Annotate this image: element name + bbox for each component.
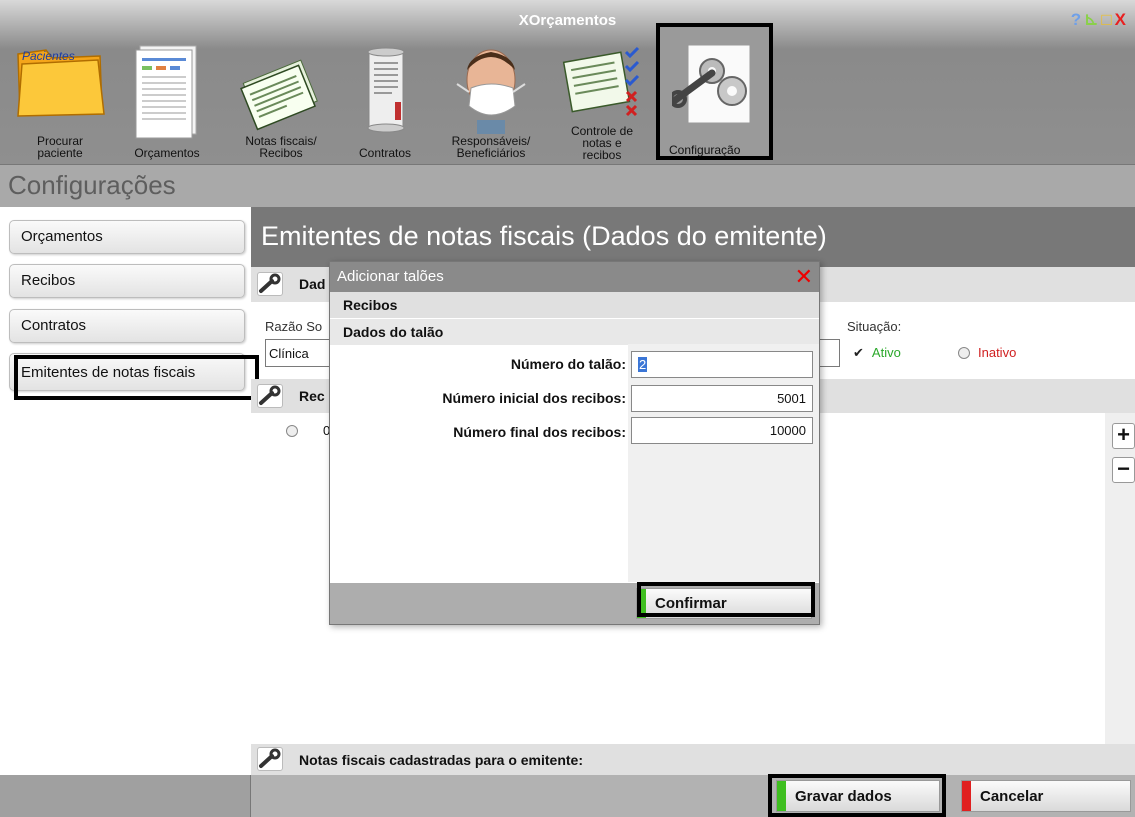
group-dados-label: Dad <box>299 276 326 292</box>
toolbar-item-configuracao[interactable]: Configuração <box>656 23 773 160</box>
toolbar-item-orcamentos[interactable]: Orçamentos <box>118 30 216 165</box>
window-controls: ?⊾□X <box>1071 10 1129 30</box>
dialog-right-panel <box>628 344 819 582</box>
numero-inicial-label: Número inicial dos recibos: <box>442 390 626 406</box>
wrench-icon <box>257 272 283 296</box>
toolbar-label-configuracao: Configuração <box>669 143 741 157</box>
razao-social-input[interactable]: Clínica <box>265 339 335 367</box>
wrench-icon <box>257 384 283 408</box>
close-icon[interactable]: X <box>1115 10 1129 29</box>
toolbar-item-responsaveis[interactable]: Responsáveis/ Beneficiários <box>436 30 546 165</box>
radio-ativo[interactable]: ✔ Ativo <box>853 345 901 361</box>
window-title: XOrçamentos <box>518 12 617 29</box>
folder-icon: Pacientes <box>17 48 105 117</box>
person-mask-icon <box>456 49 526 134</box>
toolbar-item-contratos[interactable]: Contratos <box>345 30 425 165</box>
folder-text: Pacientes <box>22 49 75 63</box>
receipts-icon <box>240 59 318 131</box>
section-title: Configurações <box>8 170 176 200</box>
toolbar-label-controle: Controle de notas e recibos <box>570 124 634 162</box>
checklist-icon <box>562 46 640 117</box>
dialog-section-dados-talao: Dados do talão <box>330 319 819 345</box>
sidebar-item-recibos[interactable]: Recibos <box>9 264 245 298</box>
ativo-label: Ativo <box>871 345 901 360</box>
numero-talao-input[interactable]: 2 <box>631 351 813 378</box>
page-title: Emitentes de notas fiscais (Dados do emi… <box>261 221 827 251</box>
adicionar-taloes-dialog: Adicionar talões ✕ Recibos Dados do talã… <box>329 261 820 625</box>
toolbar-item-notas-recibos[interactable]: Notas fiscais/ Recibos <box>222 30 340 165</box>
help-icon[interactable]: ? <box>1071 10 1084 29</box>
toolbar-label-notas-recibos: Notas fiscais/ Recibos <box>245 134 317 160</box>
sidebar-highlight <box>14 355 259 400</box>
toolbar-label-procurar-paciente: Procurar paciente <box>36 134 83 160</box>
toolbar-label-contratos: Contratos <box>358 146 412 160</box>
section-header: Configurações <box>0 165 1135 207</box>
situacao-label: Situação: <box>847 319 902 334</box>
cancel-accent <box>962 781 971 811</box>
toolbar-item-controle[interactable]: Controle de notas e recibos <box>556 30 648 165</box>
toolbar-label-responsaveis: Responsáveis/ Beneficiários <box>451 134 531 160</box>
save-highlight <box>768 774 946 817</box>
close-icon[interactable]: ✕ <box>795 264 813 290</box>
list-item-radio[interactable] <box>286 425 298 437</box>
sidebar: Orçamentos Recibos Contratos Emitentes d… <box>0 207 251 775</box>
gear-wrench-icon <box>672 44 751 124</box>
group-notas-label: Notas fiscais cadastradas para o emitent… <box>299 752 584 768</box>
footer-left-panel <box>0 775 251 817</box>
spreadsheet-icon <box>135 45 197 139</box>
group-notas-cadastradas[interactable]: Notas fiscais cadastradas para o emitent… <box>251 744 1135 775</box>
numero-final-input[interactable]: 10000 <box>631 417 813 444</box>
confirm-highlight <box>637 582 815 617</box>
maximize-icon[interactable]: □ <box>1101 10 1114 29</box>
dialog-title-bar: Adicionar talões ✕ <box>330 262 819 292</box>
radio-inativo[interactable]: Inativo <box>958 345 1016 360</box>
sidebar-item-contratos[interactable]: Contratos <box>9 309 245 343</box>
main-title-bar: Emitentes de notas fiscais (Dados do emi… <box>251 207 1135 267</box>
dialog-section-recibos: Recibos <box>330 292 819 318</box>
razao-social-label: Razão So <box>265 319 323 334</box>
numero-final-label: Número final dos recibos: <box>453 424 626 440</box>
check-icon: ✔ <box>853 345 864 360</box>
numero-inicial-input[interactable]: 5001 <box>631 385 813 412</box>
add-talao-button[interactable]: + <box>1112 423 1135 449</box>
cancel-label: Cancelar <box>980 788 1044 805</box>
numero-talao-value: 2 <box>638 357 648 372</box>
main-toolbar: XOrçamentos ?⊾□X Pacientes Procurar paci… <box>0 0 1135 165</box>
sidebar-item-orcamentos[interactable]: Orçamentos <box>9 220 245 254</box>
cancel-button[interactable]: Cancelar <box>961 780 1131 812</box>
toolbar-item-procurar-paciente[interactable]: Pacientes Procurar paciente <box>4 30 116 165</box>
group-recibos-label: Rec <box>299 388 325 404</box>
scroll-icon <box>367 47 405 133</box>
wrench-icon <box>257 747 283 771</box>
numero-talao-label: Número do talão: <box>510 356 626 372</box>
toolbar-label-orcamentos: Orçamentos <box>134 146 200 160</box>
remove-talao-button[interactable]: − <box>1112 457 1135 483</box>
minimize-icon[interactable]: ⊾ <box>1084 10 1101 29</box>
dialog-title: Adicionar talões <box>337 268 444 285</box>
inativo-label: Inativo <box>978 345 1017 360</box>
radio-dot-icon <box>958 347 970 359</box>
